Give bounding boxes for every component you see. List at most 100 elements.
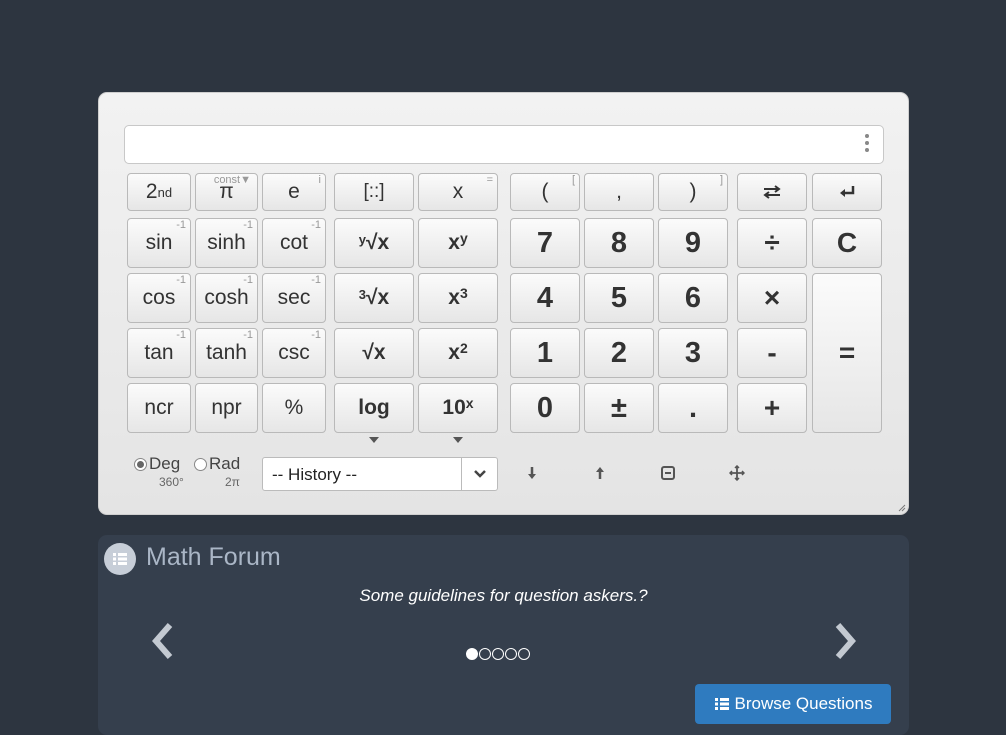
digit-8-button[interactable]: 8	[584, 218, 654, 268]
tanh-button[interactable]: tanh -1	[195, 328, 258, 378]
list-icon	[104, 543, 136, 575]
equals-label: =	[838, 337, 856, 368]
digit-0-button[interactable]: 0	[510, 383, 580, 433]
multiply-button[interactable]: ×	[737, 273, 807, 323]
matrix-label: [::]	[363, 181, 385, 202]
digit-1-button[interactable]: 1	[510, 328, 580, 378]
tan-label: tan	[144, 341, 174, 364]
chevron-right-icon[interactable]	[830, 621, 860, 661]
pi-button[interactable]: π const▼	[195, 173, 258, 211]
history-dropdown-button[interactable]	[461, 458, 497, 490]
browse-questions-button[interactable]: Browse Questions	[695, 684, 891, 724]
comma-label: ,	[616, 180, 622, 203]
carousel-dot[interactable]	[505, 648, 517, 660]
digit-9-label: 9	[684, 226, 702, 259]
cot-hint: -1	[311, 219, 321, 231]
log-caret-icon[interactable]	[369, 437, 379, 443]
plus-button[interactable]: +	[737, 383, 807, 433]
yroot-label: √x	[366, 231, 390, 254]
percent-button[interactable]: %	[262, 383, 326, 433]
clear-label: C	[836, 227, 858, 258]
carousel-dot[interactable]	[492, 648, 504, 660]
sin-button[interactable]: sin -1	[127, 218, 191, 268]
cot-button[interactable]: cot -1	[262, 218, 326, 268]
cosh-button[interactable]: cosh -1	[195, 273, 258, 323]
ncr-button[interactable]: ncr	[127, 383, 191, 433]
square-root-button[interactable]: √x	[334, 328, 414, 378]
carousel-indicators	[466, 648, 530, 660]
cos-button[interactable]: cos -1	[127, 273, 191, 323]
sinh-label: sinh	[207, 231, 246, 254]
digit-6-button[interactable]: 6	[658, 273, 728, 323]
cot-label: cot	[279, 231, 308, 254]
csc-button[interactable]: csc -1	[262, 328, 326, 378]
digit-5-button[interactable]: 5	[584, 273, 654, 323]
log-button[interactable]: log	[334, 383, 414, 433]
plus-minus-label: ±	[611, 391, 627, 424]
x-squared-button[interactable]: x2	[418, 328, 498, 378]
sqrt-label: √x	[362, 341, 386, 364]
decimal-point-button[interactable]: .	[658, 383, 728, 433]
backspace-icon	[840, 186, 855, 197]
move-icon[interactable]	[729, 465, 745, 481]
clear-button[interactable]: C	[812, 218, 882, 268]
digit-9-button[interactable]: 9	[658, 218, 728, 268]
minus-button[interactable]: -	[737, 328, 807, 378]
divide-button[interactable]: ÷	[737, 218, 807, 268]
second-function-button[interactable]: 2nd	[127, 173, 191, 211]
backspace-button[interactable]	[812, 173, 882, 211]
deg-option[interactable]: Deg	[134, 454, 180, 474]
calculator-panel: 2nd π const▼ e i [::] x = ( [ , ) ] sin …	[98, 92, 909, 515]
history-select[interactable]: -- History --	[262, 457, 498, 491]
yth-root-button[interactable]: y √x	[334, 218, 414, 268]
rad-option[interactable]: Rad	[194, 454, 240, 474]
ten-power-x-button[interactable]: 10 x	[418, 383, 498, 433]
sec-button[interactable]: sec -1	[262, 273, 326, 323]
multiply-label: ×	[763, 282, 781, 313]
sin-hint: -1	[176, 219, 186, 231]
carousel-dot[interactable]	[466, 648, 478, 660]
calculator-display[interactable]	[124, 125, 884, 164]
csc-label: csc	[278, 341, 310, 364]
cosh-label: cosh	[204, 286, 249, 309]
x-power-y-button[interactable]: xy	[418, 218, 498, 268]
comma-button[interactable]: ,	[584, 173, 654, 211]
e-button[interactable]: e i	[262, 173, 326, 211]
tenpow-caret-icon[interactable]	[453, 437, 463, 443]
digit-3-button[interactable]: 3	[658, 328, 728, 378]
npr-button[interactable]: npr	[195, 383, 258, 433]
matrix-button[interactable]: [::]	[334, 173, 414, 211]
window-icon[interactable]	[660, 465, 676, 481]
rad-radio[interactable]	[194, 457, 207, 471]
more-options-icon[interactable]	[865, 134, 869, 152]
digit-7-button[interactable]: 7	[510, 218, 580, 268]
carousel-dot[interactable]	[479, 648, 491, 660]
arrow-up-icon[interactable]	[592, 465, 608, 481]
forum-question-link[interactable]: Some guidelines for question askers.?	[98, 586, 909, 606]
digit-2-button[interactable]: 2	[584, 328, 654, 378]
digit-4-button[interactable]: 4	[510, 273, 580, 323]
xcube-sup: 3	[459, 285, 468, 301]
swap-button[interactable]	[737, 173, 807, 211]
chevron-down-icon	[473, 470, 486, 478]
cube-root-button[interactable]: 3 √x	[334, 273, 414, 323]
arrow-down-icon[interactable]	[524, 465, 540, 481]
x-cubed-button[interactable]: x3	[418, 273, 498, 323]
x-variable-button[interactable]: x =	[418, 173, 498, 211]
csc-hint: -1	[311, 329, 321, 341]
chevron-left-icon[interactable]	[148, 621, 178, 661]
tan-button[interactable]: tan -1	[127, 328, 191, 378]
close-paren-button[interactable]: ) ]	[658, 173, 728, 211]
open-paren-button[interactable]: ( [	[510, 173, 580, 211]
resize-handle-icon[interactable]	[896, 502, 906, 512]
x-hint: =	[486, 174, 493, 186]
carousel-dot[interactable]	[518, 648, 530, 660]
plus-minus-button[interactable]: ±	[584, 383, 654, 433]
deg-sublabel: 360°	[159, 475, 184, 489]
sinh-button[interactable]: sinh -1	[195, 218, 258, 268]
math-forum-panel: Math Forum Some guidelines for question …	[98, 535, 909, 735]
decimal-label: .	[688, 391, 698, 424]
equals-button[interactable]: =	[812, 273, 882, 433]
xcube-base: x	[448, 286, 460, 309]
deg-radio[interactable]	[134, 457, 147, 471]
